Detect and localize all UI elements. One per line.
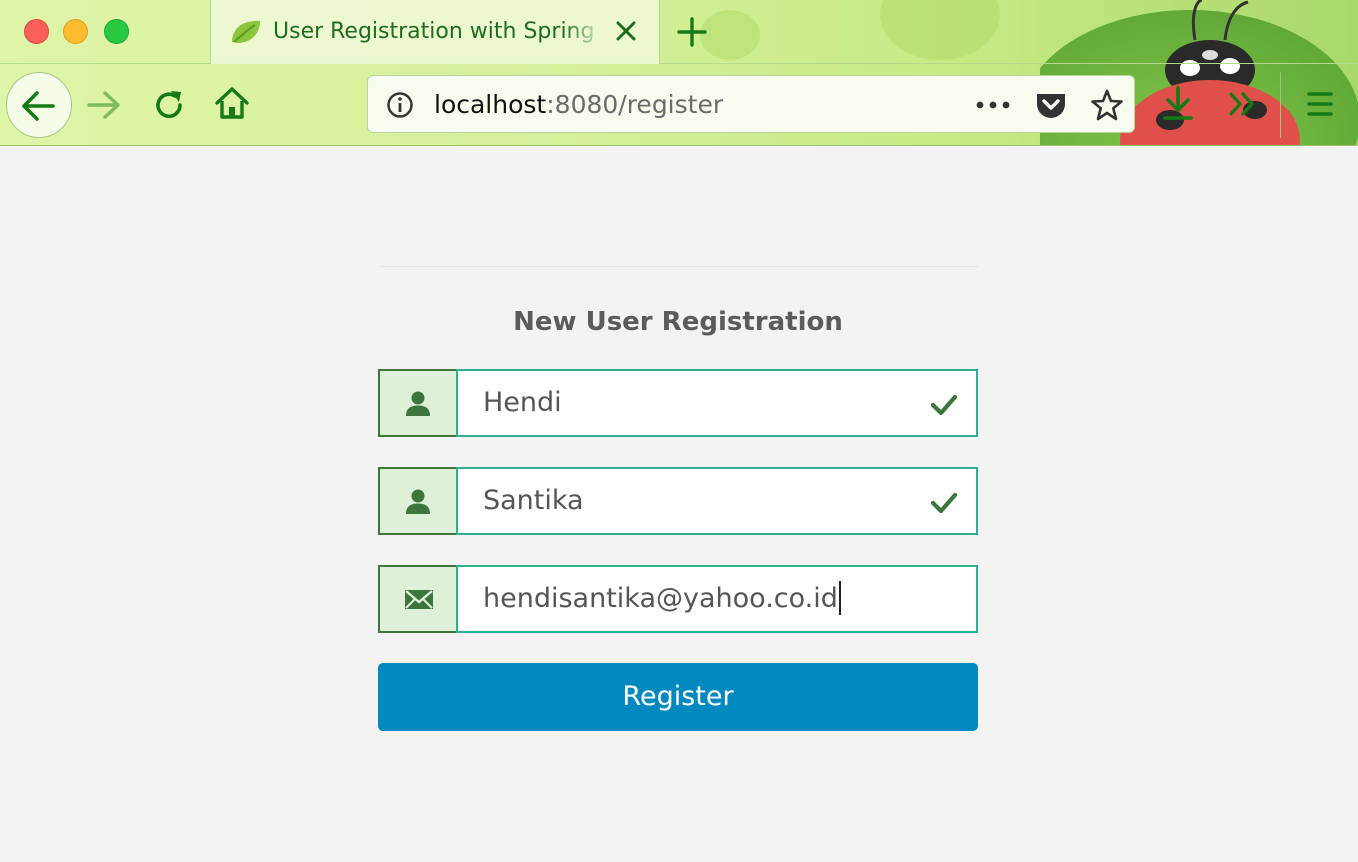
last-name-input[interactable]: Santika — [456, 467, 978, 535]
first-name-field: Hendi — [378, 369, 978, 437]
back-button[interactable] — [6, 72, 72, 138]
last-name-value: Santika — [483, 485, 584, 516]
email-value: hendisantika@yahoo.co.id — [483, 583, 838, 614]
email-addon — [378, 565, 458, 633]
forward-arrow-icon[interactable] — [84, 88, 124, 122]
check-icon — [930, 394, 958, 416]
envelope-icon — [405, 590, 433, 609]
more-dots-icon[interactable] — [976, 101, 1010, 109]
home-icon[interactable] — [212, 84, 252, 122]
form-title: New User Registration — [513, 307, 843, 337]
zoom-window-button[interactable] — [104, 19, 129, 44]
tab-strip: User Registration with Spring Bo — [0, 0, 1358, 64]
last-name-addon — [378, 467, 458, 535]
email-field: hendisantika@yahoo.co.id — [378, 565, 978, 633]
back-arrow-icon — [22, 91, 55, 121]
divider — [378, 266, 978, 267]
first-name-addon — [378, 369, 458, 437]
menu-hamburger-icon[interactable] — [1306, 91, 1334, 117]
download-icon[interactable] — [1160, 84, 1196, 122]
last-name-field: Santika — [378, 467, 978, 535]
bookmark-star-icon[interactable] — [1090, 88, 1124, 122]
text-caret — [838, 580, 841, 615]
register-button[interactable]: Register — [378, 663, 978, 731]
reload-icon[interactable] — [150, 86, 188, 124]
user-icon — [406, 391, 430, 416]
page-content: New User Registration Hendi Santika hend… — [0, 147, 1358, 862]
address-bar[interactable]: localhost:8080/register — [367, 75, 1135, 133]
first-name-value: Hendi — [483, 387, 562, 418]
close-window-button[interactable] — [24, 19, 49, 44]
user-icon — [406, 489, 430, 514]
check-icon — [930, 492, 958, 514]
browser-chrome: User Registration with Spring Bo localho… — [0, 0, 1358, 146]
new-tab-icon[interactable] — [674, 14, 710, 50]
toolbar-separator — [1280, 72, 1281, 138]
minimize-window-button[interactable] — [63, 19, 88, 44]
url-text[interactable]: localhost:8080/register — [434, 90, 723, 119]
email-input[interactable]: hendisantika@yahoo.co.id — [456, 565, 978, 633]
overflow-chevrons-icon[interactable] — [1228, 90, 1258, 118]
tab-title: User Registration with Spring Bo — [273, 19, 603, 44]
navigation-toolbar: localhost:8080/register — [0, 64, 1358, 145]
url-path: :8080/register — [546, 90, 724, 119]
pocket-icon[interactable] — [1034, 89, 1068, 121]
close-tab-icon[interactable] — [611, 16, 641, 46]
url-host: localhost — [434, 90, 547, 119]
tab-active[interactable]: User Registration with Spring Bo — [210, 0, 660, 64]
spring-leaf-icon — [232, 20, 260, 43]
info-icon[interactable] — [386, 91, 414, 119]
first-name-input[interactable]: Hendi — [456, 369, 978, 437]
